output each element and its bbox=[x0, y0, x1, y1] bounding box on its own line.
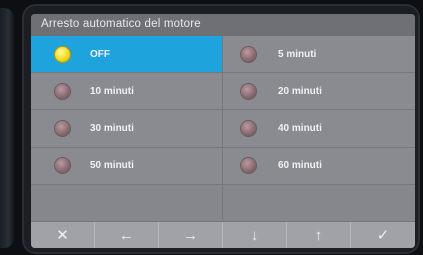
option-label: 30 minuti bbox=[90, 122, 134, 134]
adjacent-screen-edge bbox=[0, 8, 14, 248]
empty-cell bbox=[223, 184, 415, 222]
option-5-minutes[interactable]: 5 minuti bbox=[223, 36, 415, 74]
radio-unselected-icon bbox=[241, 120, 256, 136]
option-off[interactable]: OFF bbox=[31, 36, 223, 74]
option-label: OFF bbox=[90, 48, 110, 60]
left-button[interactable]: ← bbox=[95, 222, 159, 248]
option-label: 10 minuti bbox=[90, 85, 134, 97]
option-20-minutes[interactable]: 20 minuti bbox=[223, 73, 415, 111]
option-label: 20 minuti bbox=[278, 85, 322, 97]
radio-unselected-icon bbox=[241, 83, 256, 99]
radio-unselected-icon bbox=[241, 46, 256, 62]
engine-auto-stop-screen: Arresto automatico del motore OFF 5 minu… bbox=[31, 14, 415, 248]
option-10-minutes[interactable]: 10 minuti bbox=[31, 73, 223, 111]
radio-unselected-icon bbox=[55, 83, 70, 99]
option-label: 5 minuti bbox=[278, 48, 317, 60]
arrow-right-icon: → bbox=[183, 226, 198, 244]
radio-unselected-icon bbox=[55, 158, 70, 174]
option-50-minutes[interactable]: 50 minuti bbox=[31, 147, 223, 185]
option-40-minutes[interactable]: 40 minuti bbox=[223, 110, 415, 148]
down-button[interactable]: ↓ bbox=[223, 222, 287, 248]
close-icon: ✕ bbox=[56, 227, 69, 244]
arrow-down-icon: ↓ bbox=[250, 226, 259, 244]
up-button[interactable]: ↑ bbox=[287, 222, 351, 248]
arrow-left-icon: ← bbox=[119, 226, 134, 244]
confirm-button[interactable]: ✓ bbox=[351, 222, 415, 248]
options-grid: OFF 5 minuti 10 minuti 20 minuti 30 minu… bbox=[31, 36, 415, 222]
checkmark-icon: ✓ bbox=[376, 227, 390, 244]
option-label: 40 minuti bbox=[278, 122, 322, 134]
screen-title: Arresto automatico del motore bbox=[31, 14, 415, 36]
bottom-toolbar: ✕ ← → ↓ ↑ ✓ bbox=[31, 222, 415, 248]
option-label: 50 minuti bbox=[90, 160, 134, 172]
option-label: 60 minuti bbox=[278, 160, 322, 172]
empty-cell bbox=[31, 184, 223, 222]
radio-selected-icon bbox=[55, 46, 70, 62]
right-button[interactable]: → bbox=[159, 222, 223, 248]
radio-unselected-icon bbox=[55, 120, 70, 136]
close-button[interactable]: ✕ bbox=[31, 222, 95, 248]
radio-unselected-icon bbox=[241, 158, 256, 174]
arrow-up-icon: ↑ bbox=[314, 226, 323, 244]
option-60-minutes[interactable]: 60 minuti bbox=[223, 147, 415, 185]
option-30-minutes[interactable]: 30 minuti bbox=[31, 110, 223, 148]
